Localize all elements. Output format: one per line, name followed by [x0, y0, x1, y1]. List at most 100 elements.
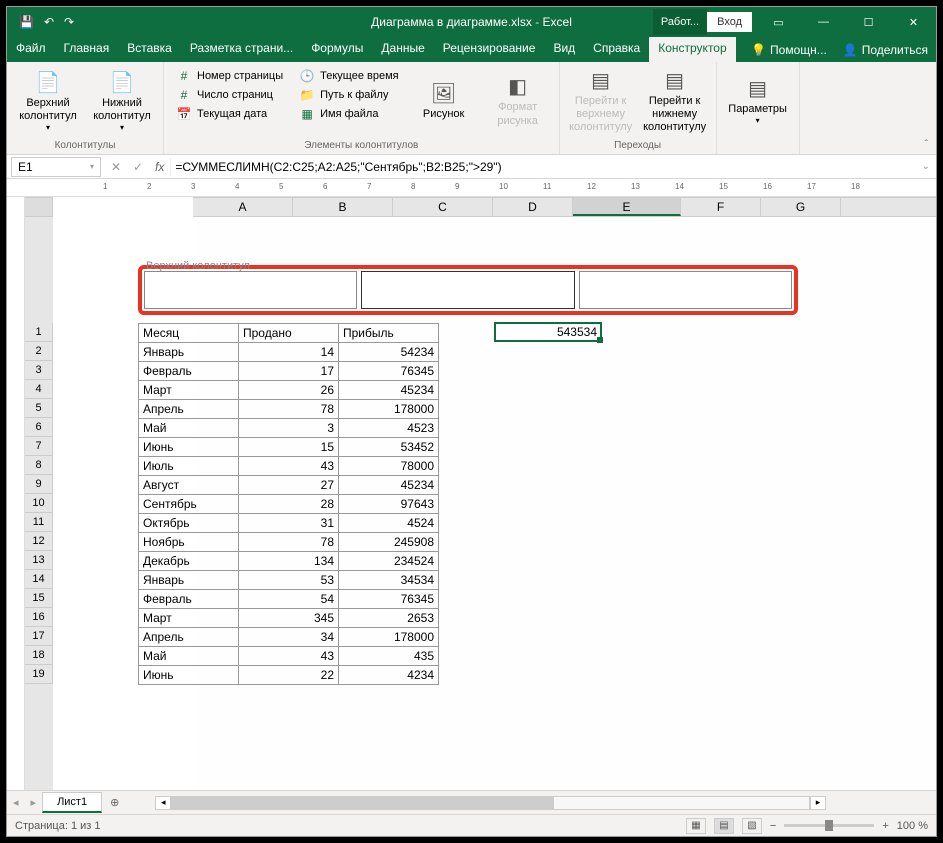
save-icon[interactable]: 💾 [19, 15, 34, 29]
row-header[interactable]: 18 [25, 646, 53, 665]
table-cell[interactable]: 14 [239, 343, 339, 362]
tab-справка[interactable]: Справка [584, 37, 649, 62]
tab-разметка-страни-[interactable]: Разметка страни... [181, 37, 302, 62]
table-cell[interactable]: 78 [239, 400, 339, 419]
table-cell[interactable]: Апрель [139, 400, 239, 419]
ribbon-display-options-icon[interactable]: ▭ [756, 7, 801, 37]
table-cell[interactable]: 22 [239, 666, 339, 685]
name-box[interactable]: ▾ [11, 157, 101, 177]
header-section-center[interactable] [361, 271, 574, 309]
row-header[interactable]: 17 [25, 627, 53, 646]
share-button[interactable]: 👤Поделиться [835, 37, 936, 62]
row-header[interactable]: 6 [25, 418, 53, 437]
table-cell[interactable]: 54 [239, 590, 339, 609]
picture-button[interactable]: 🖼Рисунок [409, 65, 479, 138]
row-header[interactable]: 10 [25, 494, 53, 513]
table-cell[interactable]: Март [139, 609, 239, 628]
formula-input[interactable] [170, 158, 915, 176]
normal-view-button[interactable]: ▦ [686, 818, 706, 834]
scroll-right-icon[interactable]: ▸ [810, 796, 826, 810]
tab-главная[interactable]: Главная [55, 37, 119, 62]
table-cell[interactable]: 245908 [339, 533, 439, 552]
minimize-button[interactable]: — [801, 7, 846, 37]
table-cell[interactable]: 34 [239, 628, 339, 647]
row-header[interactable]: 19 [25, 665, 53, 684]
page-break-view-button[interactable]: ▧ [742, 818, 762, 834]
table-cell[interactable]: 134 [239, 552, 339, 571]
data-table[interactable]: МесяцПроданоПрибыльЯнварь1454234Февраль1… [138, 323, 439, 685]
column-header-c[interactable]: C [393, 198, 493, 216]
cancel-formula-icon[interactable]: ✕ [105, 160, 127, 174]
table-cell[interactable]: 2653 [339, 609, 439, 628]
table-header-cell[interactable]: Месяц [139, 324, 239, 343]
row-header[interactable]: 11 [25, 513, 53, 532]
table-cell[interactable]: 234524 [339, 552, 439, 571]
zoom-slider[interactable] [784, 824, 874, 827]
goto-footer-button[interactable]: ▤Перейти к нижнему колонтитулу [640, 65, 710, 138]
footer-button[interactable]: 📄Нижний колонтитул▾ [87, 65, 157, 138]
table-cell[interactable]: 78000 [339, 457, 439, 476]
table-cell[interactable]: 34534 [339, 571, 439, 590]
table-cell[interactable]: 76345 [339, 362, 439, 381]
close-button[interactable]: ✕ [891, 7, 936, 37]
name-box-input[interactable] [18, 160, 78, 174]
row-header[interactable]: 1 [25, 323, 53, 342]
table-cell[interactable]: Декабрь [139, 552, 239, 571]
table-cell[interactable]: Июль [139, 457, 239, 476]
table-cell[interactable]: Май [139, 419, 239, 438]
table-cell[interactable]: Март [139, 381, 239, 400]
table-cell[interactable]: 54234 [339, 343, 439, 362]
table-cell[interactable]: Февраль [139, 362, 239, 381]
signin-button[interactable]: Вход [707, 12, 752, 32]
table-cell[interactable]: 4523 [339, 419, 439, 438]
table-cell[interactable]: Октябрь [139, 514, 239, 533]
next-sheet-icon[interactable]: ▸ [25, 796, 43, 809]
tab-конструктор[interactable]: Конструктор [649, 37, 735, 62]
table-cell[interactable]: 178000 [339, 628, 439, 647]
table-cell[interactable]: 27 [239, 476, 339, 495]
row-header[interactable]: 15 [25, 589, 53, 608]
table-header-cell[interactable]: Прибыль [339, 324, 439, 343]
row-header[interactable]: 4 [25, 380, 53, 399]
table-cell[interactable]: 4524 [339, 514, 439, 533]
column-header-b[interactable]: B [293, 198, 393, 216]
table-cell[interactable]: 45234 [339, 476, 439, 495]
table-cell[interactable]: Январь [139, 343, 239, 362]
tab-рецензирование[interactable]: Рецензирование [434, 37, 545, 62]
table-cell[interactable]: Ноябрь [139, 533, 239, 552]
expand-formula-bar-icon[interactable]: ⌄ [916, 161, 936, 172]
row-header[interactable]: 12 [25, 532, 53, 551]
undo-icon[interactable]: ↶ [44, 15, 54, 29]
header-section-left[interactable] [144, 271, 357, 309]
chevron-down-icon[interactable]: ▾ [90, 162, 94, 171]
table-cell[interactable]: Январь [139, 571, 239, 590]
table-cell[interactable]: 31 [239, 514, 339, 533]
table-cell[interactable]: Август [139, 476, 239, 495]
table-cell[interactable]: 178000 [339, 400, 439, 419]
table-cell[interactable]: 43 [239, 647, 339, 666]
current-date-button[interactable]: 📅Текущая дата [172, 105, 287, 123]
options-button[interactable]: ▤Параметры▾ [723, 65, 793, 138]
column-header-e[interactable]: E [573, 198, 681, 216]
table-header-cell[interactable]: Продано [239, 324, 339, 343]
header-button[interactable]: 📄Верхний колонтитул▾ [13, 65, 83, 138]
row-header[interactable]: 3 [25, 361, 53, 380]
row-header[interactable]: 14 [25, 570, 53, 589]
sheet-tab[interactable]: Лист1 [42, 792, 102, 813]
header-edit-area[interactable] [138, 265, 798, 315]
zoom-out-button[interactable]: − [770, 820, 776, 832]
table-cell[interactable]: 43 [239, 457, 339, 476]
tab-файл[interactable]: Файл [7, 37, 55, 62]
table-cell[interactable]: 26 [239, 381, 339, 400]
table-cell[interactable]: 76345 [339, 590, 439, 609]
tab-вставка[interactable]: Вставка [118, 37, 181, 62]
table-cell[interactable]: 3 [239, 419, 339, 438]
table-cell[interactable]: Февраль [139, 590, 239, 609]
file-path-button[interactable]: 📁Путь к файлу [295, 86, 402, 104]
collapse-ribbon-icon[interactable]: ˆ [917, 135, 936, 154]
column-header-f[interactable]: F [681, 198, 761, 216]
grid-content[interactable]: ABCDEFG Верхний колонтитул МесяцПроданоП… [53, 197, 936, 790]
table-cell[interactable]: 17 [239, 362, 339, 381]
current-time-button[interactable]: 🕒Текущее время [295, 67, 402, 85]
page-layout-view-button[interactable]: ▤ [714, 818, 734, 834]
